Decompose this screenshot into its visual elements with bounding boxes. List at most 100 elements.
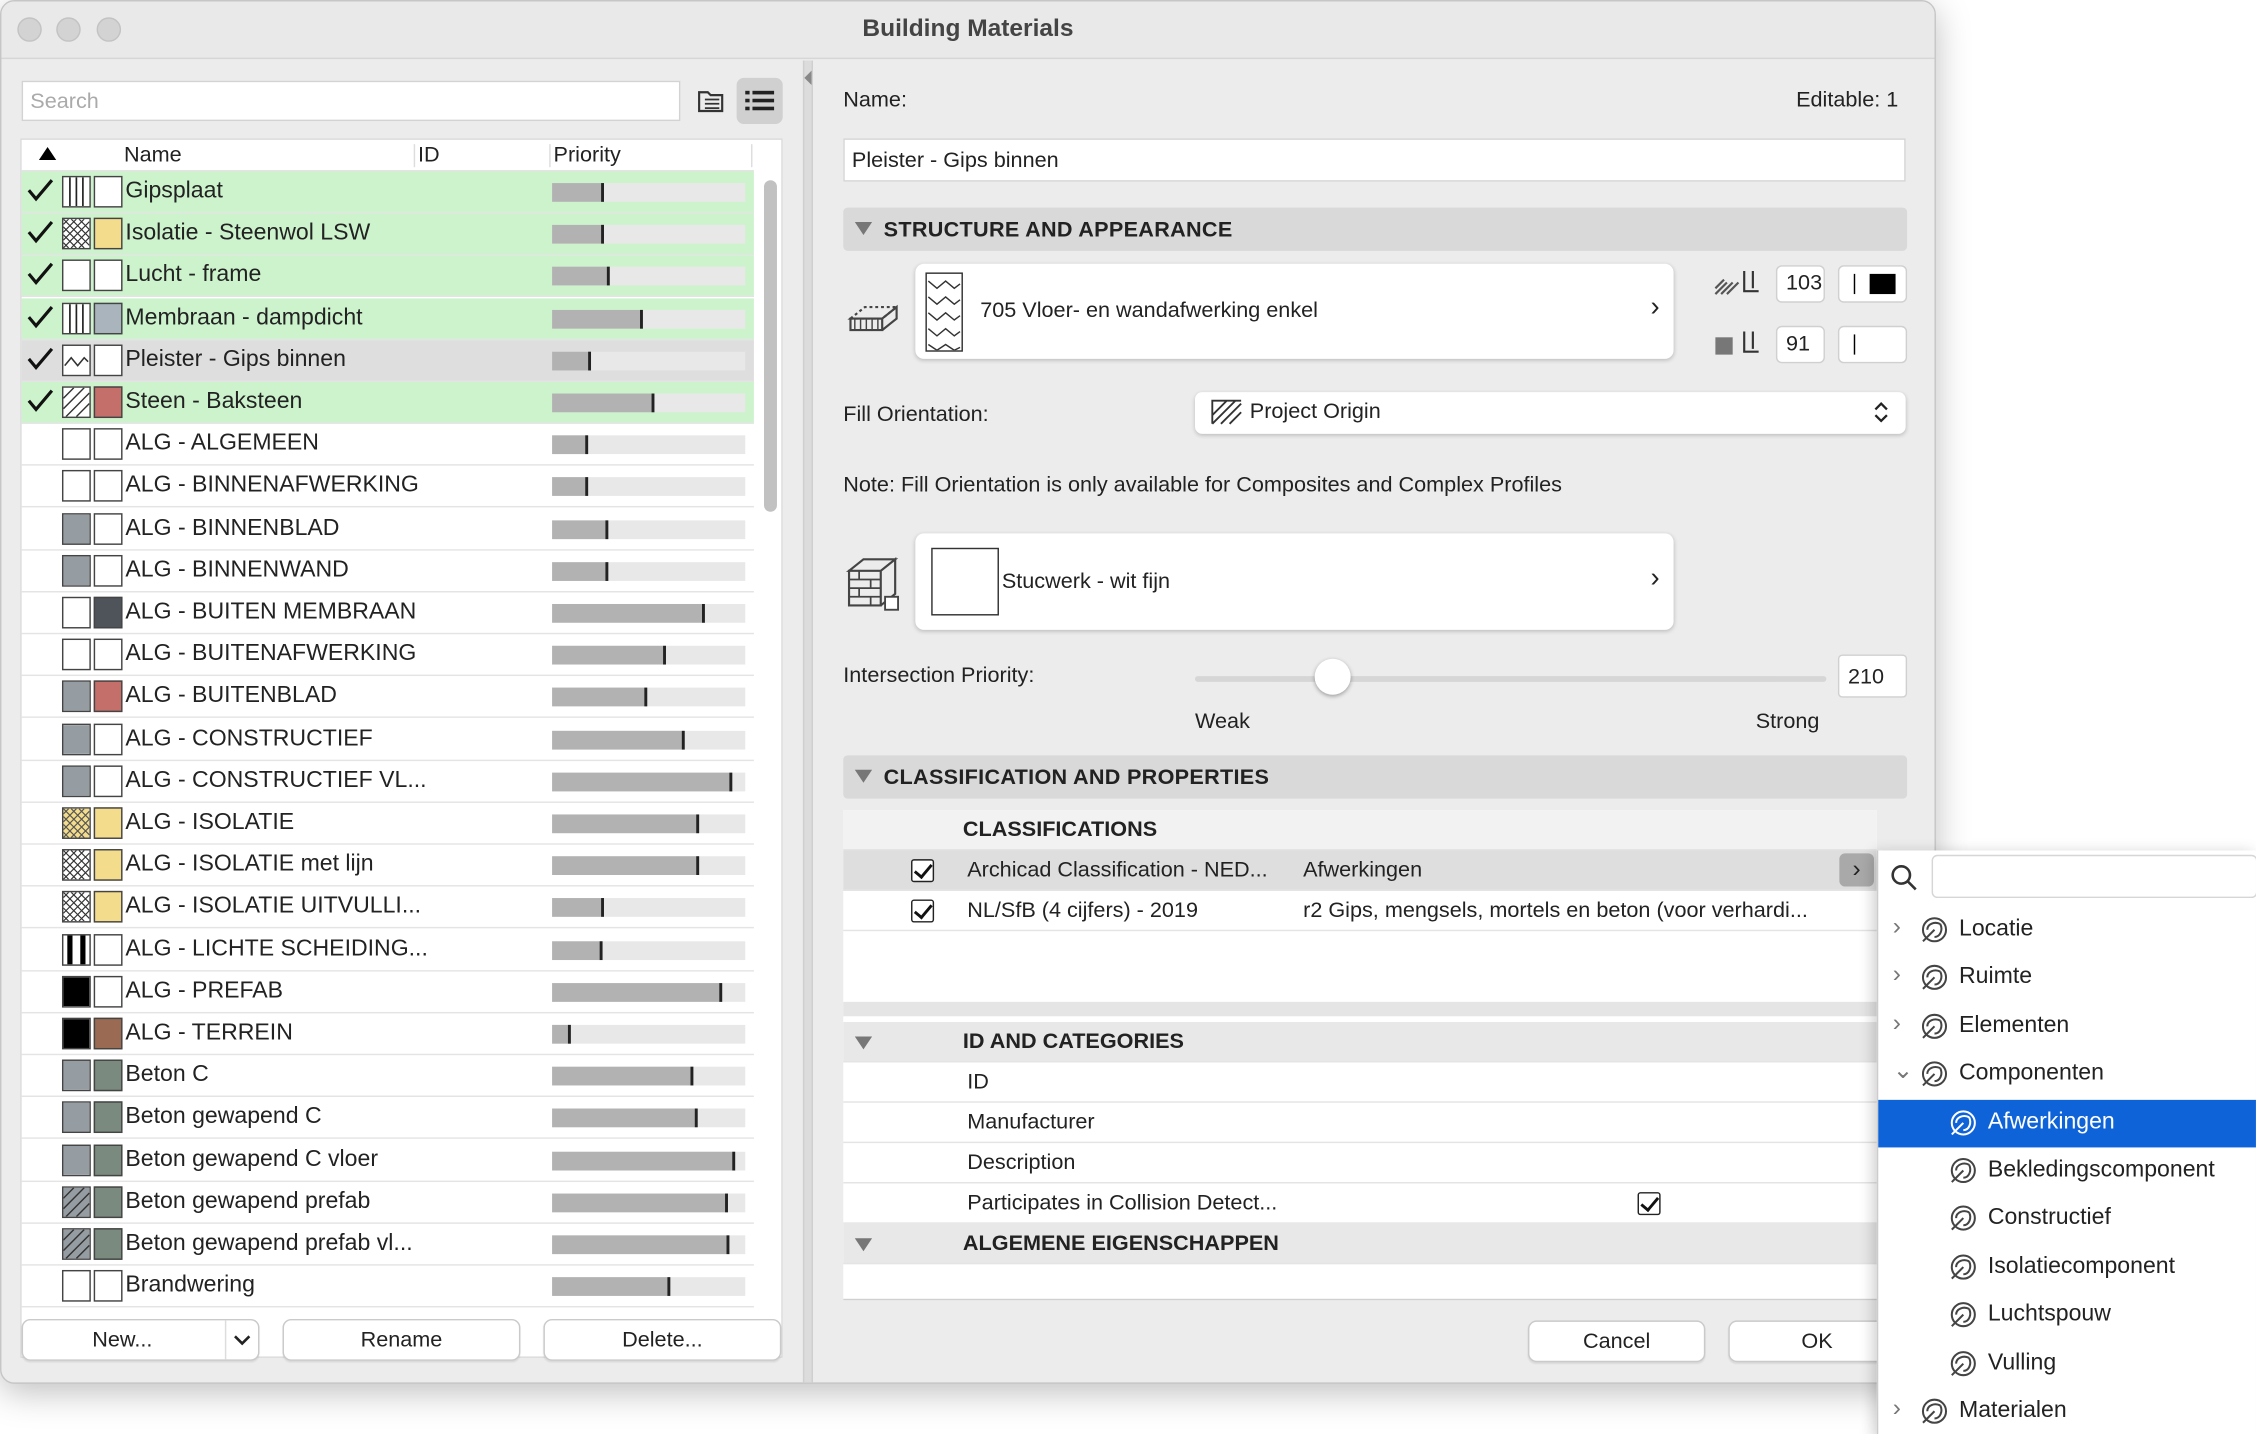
list-item[interactable]: ALG - CONSTRUCTIEF VL... <box>21 761 754 803</box>
list-item[interactable]: Isolatie - Steenwol LSW <box>21 213 754 256</box>
list-item[interactable]: ALG - LICHTE SCHEIDING... <box>21 929 754 971</box>
chevron-right-icon[interactable]: › <box>1893 961 1901 990</box>
cancel-button[interactable]: Cancel <box>1527 1320 1706 1363</box>
list-item[interactable]: Beton gewapend prefab vl... <box>21 1224 754 1266</box>
panel-splitter[interactable] <box>802 60 814 1383</box>
list-item[interactable]: Beton C <box>21 1055 754 1098</box>
classification-checkbox[interactable] <box>911 859 935 883</box>
classification-tree-item[interactable]: Constructief <box>1878 1196 2256 1244</box>
surface-selector[interactable]: Stucwerk - wit fijn › <box>915 533 1674 630</box>
cut-fill-selector[interactable]: 705 Vloer- en wandafwerking enkel › <box>915 263 1674 359</box>
classification-icon <box>1947 1299 1979 1338</box>
classification-tree-item[interactable]: › Materialen <box>1878 1388 2256 1434</box>
search-input[interactable]: Search <box>21 80 681 122</box>
priority-slider-track[interactable] <box>1195 676 1827 682</box>
list-item[interactable]: Brandwering <box>21 1266 754 1308</box>
list-scrollbar[interactable] <box>763 177 779 1353</box>
list-item[interactable]: Membraan - dampdicht <box>21 297 754 340</box>
collision-detection-checkbox[interactable] <box>1637 1192 1661 1216</box>
list-item[interactable]: ALG - BINNENAFWERKING <box>21 466 754 508</box>
property-row[interactable]: ID <box>843 1062 1877 1103</box>
list-item[interactable]: ALG - CONSTRUCTIEF <box>21 719 754 761</box>
list-item[interactable]: ALG - ISOLATIE met lijn <box>21 845 754 887</box>
sort-ascending-icon[interactable] <box>38 147 57 161</box>
list-item[interactable]: ALG - BINNENBLAD <box>21 508 754 551</box>
priority-bar <box>552 561 746 581</box>
id-categories-header[interactable]: ID AND CATEGORIES <box>843 1022 1877 1063</box>
list-view-button[interactable] <box>736 77 783 124</box>
list-item[interactable]: ALG - BUITENBLAD <box>21 677 754 719</box>
rename-button[interactable]: Rename <box>282 1318 521 1361</box>
list-item[interactable]: Steen - Baksteen <box>21 381 754 424</box>
list-item[interactable]: Lucht - frame <box>21 255 754 298</box>
fill-orientation-select[interactable]: Project Origin <box>1195 392 1906 434</box>
chevron-right-icon[interactable]: › <box>1893 912 1901 941</box>
list-item[interactable]: ALG - BUITEN MEMBRAAN <box>21 592 754 635</box>
chevron-right-icon[interactable]: › <box>1839 853 1874 887</box>
new-button[interactable]: New... <box>21 1318 260 1361</box>
scroll-thumb[interactable] <box>763 180 777 512</box>
structure-section-header[interactable]: STRUCTURE AND APPEARANCE <box>843 207 1908 251</box>
list-item[interactable]: Beton gewapend C vloer <box>21 1140 754 1182</box>
list-item[interactable]: ALG - TERREIN <box>21 1013 754 1056</box>
classification-item-label: Bekledingscomponent <box>1987 1157 2215 1183</box>
classification-tree-item[interactable]: ⌄ Componenten <box>1878 1051 2256 1099</box>
background-pen-number[interactable]: 91 <box>1775 325 1825 364</box>
classification-row[interactable]: Archicad Classification - NED... Afwerki… <box>843 850 1877 891</box>
collapse-arrow-icon[interactable] <box>804 70 812 86</box>
classification-item-label: Afwerkingen <box>1987 1109 2115 1134</box>
chevron-right-icon[interactable]: › <box>1893 1009 1901 1038</box>
list-item[interactable]: Gipsplaat <box>21 171 754 214</box>
classification-tree-item[interactable]: Isolatiecomponent <box>1878 1244 2256 1292</box>
fill-orientation-label: Fill Orientation: <box>843 402 989 427</box>
list-item[interactable]: ALG - BUITENAFWERKING <box>21 635 754 677</box>
list-item[interactable]: Pleister - Gips binnen <box>21 339 754 382</box>
list-item[interactable]: ALG - PREFAB <box>21 971 754 1014</box>
column-priority[interactable]: Priority <box>554 143 621 168</box>
classification-checkbox[interactable] <box>911 899 935 923</box>
priority-bar <box>552 940 746 960</box>
property-row[interactable]: Manufacturer <box>843 1103 1877 1144</box>
classification-search-input[interactable] <box>1931 854 2256 899</box>
priority-value-input[interactable]: 210 <box>1837 654 1908 698</box>
classification-tree-item[interactable]: › Locatie <box>1878 907 2256 955</box>
general-properties-title: ALGEMENE EIGENSCHAPPEN <box>962 1231 1279 1256</box>
fill-swatch <box>925 272 963 352</box>
classification-tree-item[interactable]: Afwerkingen <box>1878 1099 2256 1147</box>
list-item[interactable]: ALG - BINNENWAND <box>21 550 754 593</box>
fill-pen-number[interactable]: 103 <box>1775 265 1825 303</box>
classification-tree-item[interactable]: › Elementen <box>1878 1003 2256 1051</box>
list-item[interactable]: Beton gewapend C <box>21 1098 754 1140</box>
folder-view-button[interactable] <box>689 78 735 124</box>
chevron-right-icon[interactable]: › <box>1893 1394 1901 1423</box>
fill-orientation-note: Note: Fill Orientation is only available… <box>843 472 1562 498</box>
delete-button[interactable]: Delete... <box>543 1318 782 1361</box>
chevron-down-icon[interactable]: ⌄ <box>1893 1057 1914 1086</box>
general-properties-header[interactable]: ALGEMENE EIGENSCHAPPEN <box>843 1223 1877 1265</box>
list-item[interactable]: ALG - ALGEMEEN <box>21 424 754 466</box>
classification-item-label: Isolatiecomponent <box>1987 1253 2176 1279</box>
material-name: ALG - ISOLATIE <box>125 810 295 835</box>
column-id[interactable]: ID <box>418 143 440 168</box>
cut-fill-swatch <box>61 765 91 797</box>
list-item[interactable]: ALG - ISOLATIE UITVULLI... <box>21 887 754 929</box>
classification-tree-item[interactable]: › Ruimte <box>1878 955 2256 1003</box>
materials-list[interactable]: Name ID Priority Gipsplaat Isolatie - Ste… <box>20 138 783 1358</box>
property-row[interactable]: Description <box>843 1143 1877 1184</box>
classification-item-label: Ruimte <box>1958 964 2033 990</box>
property-row[interactable]: Participates in Collision Detect... <box>843 1183 1877 1224</box>
classification-row[interactable]: NL/SfB (4 cijfers) - 2019 r2 Gips, mengs… <box>843 891 1877 932</box>
classification-section-header[interactable]: CLASSIFICATION AND PROPERTIES <box>843 755 1908 799</box>
list-item[interactable]: ALG - ISOLATIE <box>21 803 754 845</box>
surface-color-swatch <box>93 680 123 713</box>
classification-tree-item[interactable]: Luchtspouw <box>1878 1292 2256 1340</box>
classification-tree-item[interactable]: Vulling <box>1878 1340 2256 1388</box>
column-name[interactable]: Name <box>124 143 182 168</box>
list-item[interactable]: Beton gewapend prefab <box>21 1182 754 1224</box>
classification-tree-item[interactable]: Bekledingscomponent <box>1878 1147 2256 1195</box>
background-pen-swatch[interactable] <box>1837 325 1908 364</box>
chevron-down-icon[interactable] <box>234 1333 251 1347</box>
name-input[interactable]: Pleister - Gips binnen <box>843 138 1906 182</box>
fill-pen-swatch[interactable] <box>1837 265 1908 303</box>
priority-slider-knob[interactable] <box>1314 658 1351 695</box>
